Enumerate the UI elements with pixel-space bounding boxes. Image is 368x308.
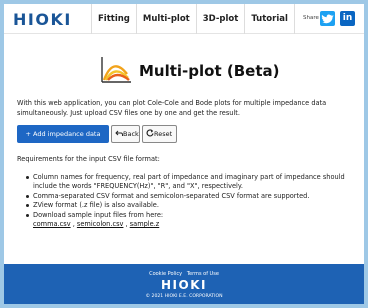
bullet-text: Column names for frequency, real part of… <box>33 173 345 191</box>
page-title: Multi-plot (Beta) <box>139 62 280 80</box>
nav-multi-plot[interactable]: Multi-plot <box>135 4 196 34</box>
list-item: Comma-separated CSV format and semicolon… <box>26 192 356 201</box>
semicolon-csv-link[interactable]: semicolon.csv <box>77 220 124 228</box>
twitter-bird-glyph <box>321 14 334 24</box>
back-button[interactable]: Back <box>111 125 140 143</box>
page: HIOKI Fitting Multi-plot 3D-plot Tutoria… <box>4 4 364 304</box>
main-nav: Fitting Multi-plot 3D-plot Tutorial <box>91 4 295 34</box>
copyright: © 2021 HIOKI E.E. CORPORATION <box>145 294 223 299</box>
nav-tutorial[interactable]: Tutorial <box>244 4 295 34</box>
hioki-logo[interactable]: HIOKI <box>13 10 72 29</box>
footer-logo: HIOKI <box>161 278 207 292</box>
reset-icon <box>146 129 154 137</box>
requirements-list: Column names for frequency, real part of… <box>26 173 356 229</box>
requirements-heading: Requirements for the input CSV file form… <box>17 155 160 163</box>
nav-fitting[interactable]: Fitting <box>91 4 136 34</box>
cookie-policy-link[interactable]: Cookie Policy <box>149 271 182 277</box>
header: HIOKI Fitting Multi-plot 3D-plot Tutoria… <box>4 4 364 34</box>
nav-3d-plot[interactable]: 3D-plot <box>195 4 245 34</box>
bullet-dot <box>26 176 29 179</box>
add-impedance-data-button[interactable]: + Add impedance data <box>17 125 109 143</box>
bullet-text: ZView format (.z file) is also available… <box>33 201 159 210</box>
twitter-icon[interactable] <box>320 11 335 26</box>
terms-of-use-link[interactable]: Terms of Use <box>187 271 219 277</box>
back-button-label: Back <box>123 130 139 138</box>
back-arrow-icon <box>115 130 123 136</box>
footer-links: Cookie Policy Terms of Use <box>4 271 364 277</box>
bullet-dot <box>26 194 29 198</box>
reset-button[interactable]: Reset <box>142 125 177 143</box>
list-item: Download sample input files from here: <box>26 211 356 220</box>
bullet-dot <box>26 204 29 208</box>
share-label: Share <box>303 15 319 21</box>
comma-csv-link[interactable]: comma.csv <box>33 220 71 228</box>
list-item: Column names for frequency, real part of… <box>26 173 356 192</box>
reset-button-label: Reset <box>154 130 173 138</box>
footer: Cookie Policy Terms of Use HIOKI © 2021 … <box>4 264 364 304</box>
list-item: ZView format (.z file) is also available… <box>26 201 356 210</box>
bullet-text: Comma-separated CSV format and semicolon… <box>33 191 310 200</box>
sample-z-link[interactable]: sample.z <box>130 220 160 228</box>
bullet-dot <box>26 213 29 217</box>
linkedin-icon[interactable]: in <box>340 11 355 26</box>
bullet-text: Download sample input files from here: <box>33 210 164 219</box>
multiplot-chart-icon <box>97 54 133 90</box>
intro-text: With this web application, you can plot … <box>17 99 327 117</box>
sample-links: comma.csv , semicolon.csv , sample.z <box>26 220 356 229</box>
